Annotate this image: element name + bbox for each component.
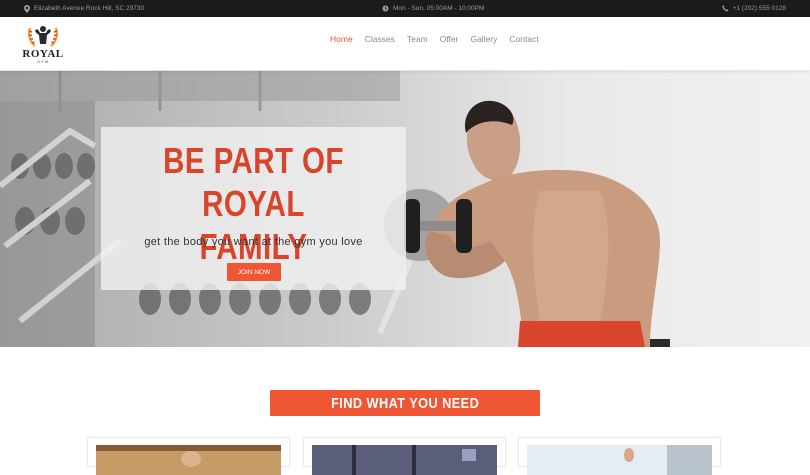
site-header: ROYAL GYM Home Classes Team Offer Galler… xyxy=(0,17,810,71)
logo[interactable]: ROYAL GYM xyxy=(18,22,68,68)
main-nav: Home Classes Team Offer Gallery Contact xyxy=(330,34,539,54)
class-card-1[interactable] xyxy=(87,437,290,475)
class-card-3[interactable] xyxy=(518,437,721,475)
class-card-1-image xyxy=(96,445,281,475)
phone-icon xyxy=(721,5,728,12)
class-card-2[interactable] xyxy=(303,437,506,475)
phone-info[interactable]: +1 (202) 555 0128 xyxy=(721,0,786,17)
top-bar: Elizabeth Avenue Rock Hill, SC 29730 Mon… xyxy=(0,0,810,17)
nav-classes[interactable]: Classes xyxy=(365,34,395,54)
nav-contact[interactable]: Contact xyxy=(509,34,538,54)
hours-text: Mon - Sun, 05:00AM - 10:00PM xyxy=(393,5,485,12)
map-pin-icon xyxy=(24,4,30,13)
nav-home[interactable]: Home xyxy=(330,34,353,54)
find-what-you-need-label: FIND WHAT YOU NEED xyxy=(330,394,480,412)
address-text: Elizabeth Avenue Rock Hill, SC 29730 xyxy=(34,5,145,12)
nav-offer[interactable]: Offer xyxy=(440,34,459,54)
hours-info: Mon - Sun, 05:00AM - 10:00PM xyxy=(382,0,484,17)
address-info: Elizabeth Avenue Rock Hill, SC 29730 xyxy=(24,0,144,17)
logo-subtext: GYM xyxy=(36,59,50,64)
clock-icon xyxy=(382,5,389,12)
join-now-button[interactable]: JOIN NOW xyxy=(227,263,281,281)
hero-title: BE PART OF ROYAL FAMILY xyxy=(128,139,378,268)
class-card-3-image xyxy=(527,445,712,475)
hero-subtitle: get the body you want at the gym you lov… xyxy=(144,236,363,248)
class-card-2-image xyxy=(312,445,497,475)
nav-gallery[interactable]: Gallery xyxy=(470,34,497,54)
hero-banner: BE PART OF ROYAL FAMILY get the body you… xyxy=(0,71,810,347)
phone-text[interactable]: +1 (202) 555 0128 xyxy=(733,5,786,12)
find-what-you-need-button[interactable]: FIND WHAT YOU NEED xyxy=(270,390,540,416)
hero-text-panel: BE PART OF ROYAL FAMILY get the body you… xyxy=(101,127,406,290)
laurel-bodybuilder-icon xyxy=(27,26,59,47)
hero-title-line-1: BE PART OF ROYAL xyxy=(163,140,344,224)
nav-team[interactable]: Team xyxy=(407,34,428,54)
